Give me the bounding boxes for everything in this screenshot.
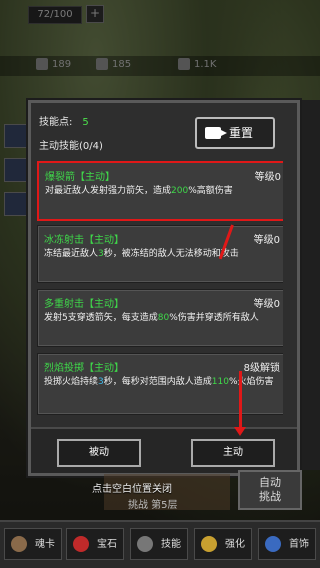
- arrow-head-icon: [234, 427, 246, 436]
- skill-card-multi-shot[interactable]: 多重射击【主动】 等级0 发射5支穿透箭矢，每支造成80%伤害并穿透所有敌人: [37, 289, 283, 347]
- skill-list: 爆裂箭【主动】 等级0 对最近敌人发射强力箭矢，造成200%高额伤害 冰冻射击【…: [37, 159, 283, 417]
- skill-points: 技能点: 5: [39, 117, 89, 128]
- nav-enhance[interactable]: 强化: [194, 528, 252, 560]
- nav-gem[interactable]: 宝石: [66, 528, 124, 560]
- gem-icon: [73, 536, 89, 552]
- skill-tabs: 被动 主动: [31, 427, 297, 473]
- skill-panel: 技能点: 5 主动技能(0/4) 重置 爆裂箭【主动】 等级0 对最近敌人发射强力…: [28, 100, 300, 476]
- annotation-arrow: [239, 371, 242, 429]
- nav-jewelry[interactable]: 首饰: [258, 528, 316, 560]
- soul-card-icon: [11, 536, 27, 552]
- skill-card-freeze-shot[interactable]: 冰冻射击【主动】 等级0 冻结最近敌人3秒，被冻结的敌人无法移动和攻击: [37, 225, 283, 283]
- bottom-nav: 魂卡 宝石 技能 强化 首饰: [0, 520, 320, 568]
- close-hint: 点击空白位置关闭: [92, 484, 172, 495]
- reset-button[interactable]: 重置: [195, 117, 275, 149]
- active-skills-label: 主动技能(0/4): [39, 141, 103, 152]
- challenge-level: 挑战 第5层: [128, 500, 178, 511]
- tab-active[interactable]: 主动: [191, 439, 275, 467]
- jewelry-icon: [265, 536, 281, 552]
- tab-passive[interactable]: 被动: [57, 439, 141, 467]
- skill-icon: [137, 536, 153, 552]
- nav-soul-card[interactable]: 魂卡: [4, 528, 62, 560]
- video-icon: [205, 127, 227, 139]
- nav-skill[interactable]: 技能: [130, 528, 188, 560]
- skill-card-explosive-arrow[interactable]: 爆裂箭【主动】 等级0 对最近敌人发射强力箭矢，造成200%高额伤害: [37, 161, 283, 221]
- skill-card-flame-throw[interactable]: 烈焰投掷【主动】 8级解锁 投掷火焰持续3秒，每秒对范围内敌人造成110%火焰伤…: [37, 353, 283, 415]
- enhance-icon: [201, 536, 217, 552]
- auto-challenge-button[interactable]: 自动 挑战: [238, 470, 302, 510]
